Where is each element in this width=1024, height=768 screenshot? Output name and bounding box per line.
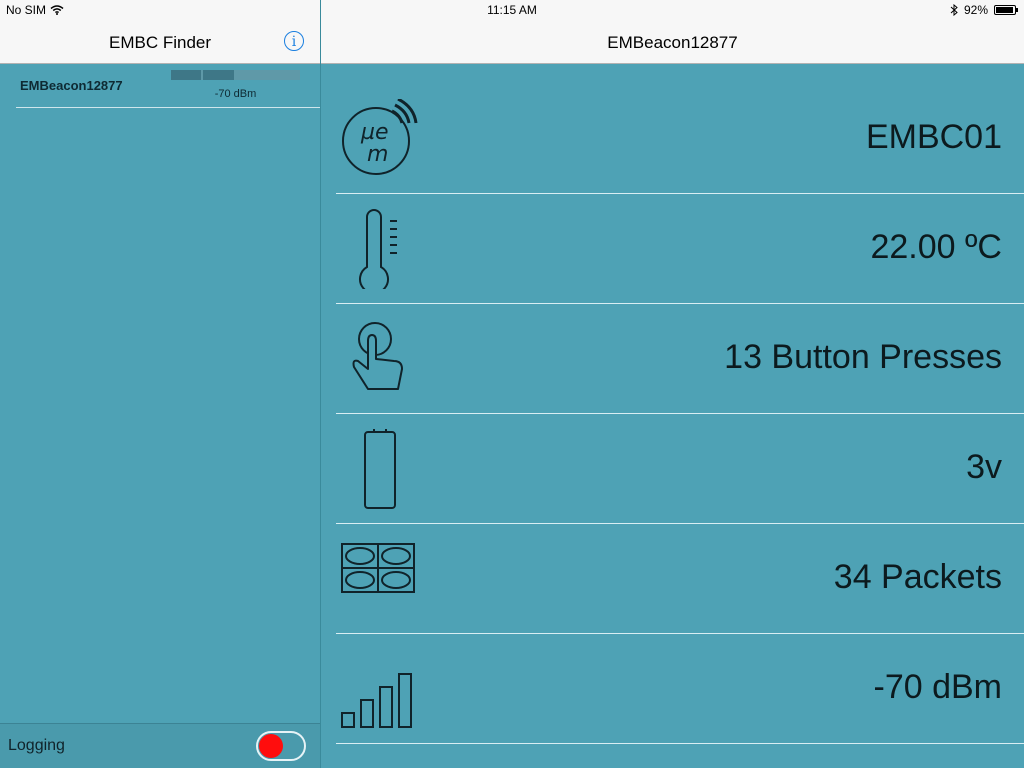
beacon-rssi: -70 dBm [214,88,257,100]
beacon-list-pane: EMBC Finder i EMBeacon12877 -70 dBm Logg… [0,20,320,768]
toggle-knob [259,734,283,758]
right-nav-bar: EMBeacon12877 [321,20,1024,64]
battery-percent: 92% [963,3,988,17]
signal-strength-bar [171,70,300,80]
status-right: 92% [950,3,1018,17]
battery-voltage-value: 3v [966,448,1002,486]
battery-fill [996,7,1013,13]
info-button[interactable]: i [284,31,304,51]
left-nav-bar: EMBC Finder i [0,20,320,64]
logging-bar: Logging [0,723,320,768]
beacon-name: EMBeacon12877 [20,78,123,93]
beacon-detail-list: µe m EMBC01 22.00 ºC 13 Button Presses 3… [336,84,1024,744]
logging-label: Logging [8,737,65,754]
temperature-value: 22.00 ºC [870,228,1002,266]
status-time: 11:15 AM [487,3,537,17]
beacon-list-item[interactable]: EMBeacon12877 -70 dBm [16,64,320,108]
right-nav-title: EMBeacon12877 [607,33,738,52]
signal-bars-icon [341,673,412,728]
detail-row-temperature: 22.00 ºC [336,194,1024,304]
em-logo-icon: µe m [342,99,418,175]
svg-text:m: m [367,142,388,167]
detail-row-id: µe m EMBC01 [336,84,1024,194]
finger-press-icon [352,322,403,390]
thermometer-icon [359,209,397,289]
detail-row-battery: 3v [336,414,1024,524]
battery-cell-icon [364,429,396,509]
signal-segment [171,70,202,80]
left-nav-title: EMBC Finder [108,33,212,52]
beacon-id-value: EMBC01 [865,118,1002,156]
pane-divider [320,0,321,768]
detail-row-packets: 34 Packets [336,524,1024,634]
signal-strength-value: -70 dBm [873,668,1003,706]
packets-icon [341,543,415,593]
status-bar: No SIM 11:15 AM 92% [0,0,1024,20]
signal-segment [203,70,234,80]
button-presses-value: 13 Button Presses [724,338,1002,376]
battery-icon [994,5,1018,15]
packets-value: 34 Packets [833,558,1002,596]
bluetooth-icon [950,4,958,16]
logging-toggle[interactable] [256,731,306,761]
detail-row-signal: -70 dBm [336,634,1024,744]
detail-row-button-presses: 13 Button Presses [336,304,1024,414]
